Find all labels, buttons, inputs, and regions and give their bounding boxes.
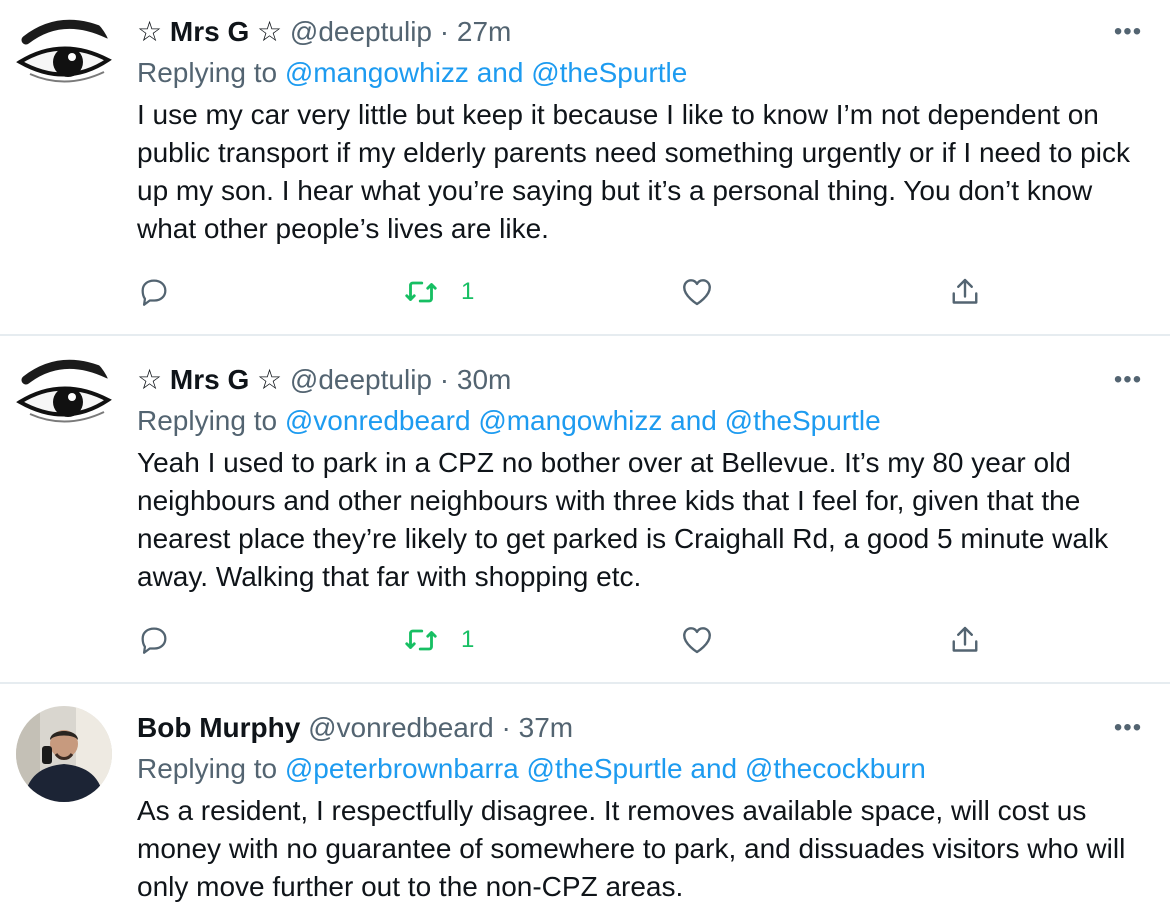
retweet-icon: [405, 281, 437, 303]
avatar[interactable]: [16, 10, 112, 106]
more-options-button[interactable]: •••: [1106, 368, 1150, 392]
heart-icon: [683, 279, 711, 306]
tweet[interactable]: ☆ Mrs G ☆ @deeptulip · 27m ••• Replying …: [0, 0, 1170, 336]
reply-button[interactable]: [137, 272, 171, 312]
retweet-button[interactable]: 1: [403, 272, 474, 312]
tweet-actions: 1: [137, 272, 997, 312]
timestamp[interactable]: 30m: [457, 364, 511, 395]
display-name[interactable]: Bob Murphy: [137, 712, 300, 743]
tweet[interactable]: ☆ Mrs G ☆ @deeptulip · 30m ••• Replying …: [0, 336, 1170, 684]
mention-link[interactable]: @theSpurtle: [725, 405, 881, 436]
mention-link[interactable]: @theSpurtle: [531, 57, 687, 88]
user-handle[interactable]: @deeptulip: [290, 364, 432, 395]
tweet-text: Yeah I used to park in a CPZ no bother o…: [137, 447, 1109, 592]
mention-joiner: and: [476, 57, 524, 88]
replying-to: Replying to @peterbrownbarra @theSpurtle…: [137, 750, 926, 788]
eye-avatar-icon: [16, 10, 112, 106]
share-button[interactable]: [947, 620, 983, 660]
tweet-header: Bob Murphy @vonredbeard · 37m: [137, 710, 573, 746]
avatar[interactable]: [16, 706, 112, 802]
separator: ·: [501, 712, 511, 743]
tweet-header: ☆ Mrs G ☆ @deeptulip · 27m: [137, 14, 511, 50]
timestamp[interactable]: 37m: [519, 712, 573, 743]
more-options-button[interactable]: •••: [1106, 716, 1150, 740]
share-button[interactable]: [947, 272, 983, 312]
more-icon: •••: [1113, 366, 1143, 393]
mention-link[interactable]: @theSpurtle: [527, 753, 683, 784]
timestamp[interactable]: 27m: [457, 16, 511, 47]
mention-link[interactable]: @thecockburn: [745, 753, 926, 784]
user-handle[interactable]: @deeptulip: [290, 16, 432, 47]
mention-link[interactable]: @mangowhizz: [478, 405, 662, 436]
eye-avatar-icon: [16, 350, 112, 446]
mention-link[interactable]: @mangowhizz: [285, 57, 469, 88]
replying-prefix: Replying to: [137, 405, 278, 436]
tweet-text: As a resident, I respectfully disagree. …: [137, 795, 1126, 902]
avatar[interactable]: [16, 350, 112, 446]
like-button[interactable]: [679, 272, 715, 312]
mention-link[interactable]: @vonredbeard: [285, 405, 471, 436]
tweet[interactable]: Bob Murphy @vonredbeard · 37m ••• Replyi…: [0, 684, 1170, 916]
share-icon: [952, 626, 978, 652]
replying-prefix: Replying to: [137, 753, 278, 784]
heart-icon: [683, 627, 711, 654]
like-button[interactable]: [679, 620, 715, 660]
tweet-header: ☆ Mrs G ☆ @deeptulip · 30m: [137, 362, 511, 398]
reply-icon: [141, 279, 167, 306]
more-icon: •••: [1113, 714, 1143, 741]
retweet-icon: [405, 629, 437, 651]
mention-joiner: and: [670, 405, 717, 436]
retweet-button[interactable]: 1: [403, 620, 474, 660]
reply-icon: [141, 627, 167, 654]
replying-prefix: Replying to: [137, 57, 278, 88]
retweet-count: 1: [461, 626, 475, 653]
more-options-button[interactable]: •••: [1106, 20, 1150, 44]
display-name[interactable]: ☆ Mrs G ☆: [137, 16, 282, 47]
share-icon: [952, 278, 978, 304]
separator: ·: [439, 364, 450, 395]
more-icon: •••: [1113, 18, 1143, 45]
reply-button[interactable]: [137, 620, 171, 660]
separator: ·: [439, 16, 450, 47]
mention-joiner: and: [690, 753, 738, 784]
person-avatar-icon: [16, 706, 112, 802]
tweet-actions: 1: [137, 620, 997, 660]
display-name[interactable]: ☆ Mrs G ☆: [137, 364, 282, 395]
tweet-text: I use my car very little but keep it bec…: [137, 99, 1130, 244]
replying-to: Replying to @mangowhizz and @theSpurtle: [137, 54, 687, 92]
user-handle[interactable]: @vonredbeard: [308, 712, 494, 743]
retweet-count: 1: [461, 278, 475, 305]
mention-link[interactable]: @peterbrownbarra: [285, 753, 519, 784]
replying-to: Replying to @vonredbeard @mangowhizz and…: [137, 402, 881, 440]
